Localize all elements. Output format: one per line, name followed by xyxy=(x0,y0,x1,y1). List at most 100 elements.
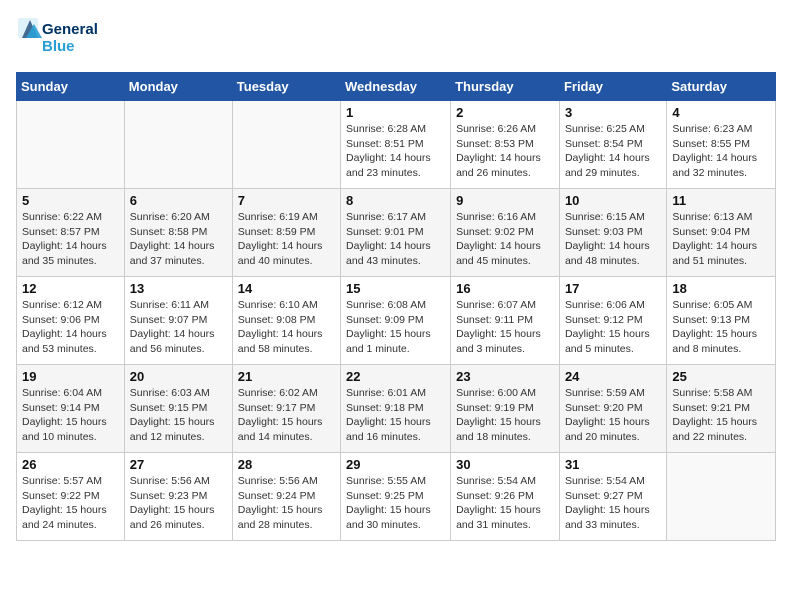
day-info: Sunrise: 5:57 AM Sunset: 9:22 PM Dayligh… xyxy=(22,474,119,533)
calendar-cell: 3 Sunrise: 6:25 AM Sunset: 8:54 PM Daylig… xyxy=(559,101,666,189)
day-number: 9 xyxy=(456,193,554,208)
day-info: Sunrise: 6:11 AM Sunset: 9:07 PM Dayligh… xyxy=(130,298,227,357)
calendar-cell: 30 Sunrise: 5:54 AM Sunset: 9:26 PM Dayli… xyxy=(451,453,560,541)
day-number: 5 xyxy=(22,193,119,208)
day-info: Sunrise: 6:26 AM Sunset: 8:53 PM Dayligh… xyxy=(456,122,554,181)
weekday-header-sunday: Sunday xyxy=(17,73,125,101)
day-info: Sunrise: 6:17 AM Sunset: 9:01 PM Dayligh… xyxy=(346,210,445,269)
calendar-cell: 26 Sunrise: 5:57 AM Sunset: 9:22 PM Dayli… xyxy=(17,453,125,541)
day-number: 7 xyxy=(238,193,335,208)
day-info: Sunrise: 6:06 AM Sunset: 9:12 PM Dayligh… xyxy=(565,298,661,357)
calendar-cell: 18 Sunrise: 6:05 AM Sunset: 9:13 PM Dayli… xyxy=(667,277,776,365)
calendar-week-row: 5 Sunrise: 6:22 AM Sunset: 8:57 PM Daylig… xyxy=(17,189,776,277)
calendar-cell: 31 Sunrise: 5:54 AM Sunset: 9:27 PM Dayli… xyxy=(559,453,666,541)
calendar-cell: 28Sunrise: 5:56 AM Sunset: 9:24 PM Dayli… xyxy=(232,453,340,541)
day-info: Sunrise: 6:19 AM Sunset: 8:59 PM Dayligh… xyxy=(238,210,335,269)
weekday-header-wednesday: Wednesday xyxy=(341,73,451,101)
calendar-cell: 15 Sunrise: 6:08 AM Sunset: 9:09 PM Dayli… xyxy=(341,277,451,365)
day-number: 21 xyxy=(238,369,335,384)
day-info: Sunrise: 6:03 AM Sunset: 9:15 PM Dayligh… xyxy=(130,386,227,445)
day-info: Sunrise: 5:59 AM Sunset: 9:20 PM Dayligh… xyxy=(565,386,661,445)
calendar-cell xyxy=(667,453,776,541)
calendar-cell: 29Sunrise: 5:55 AM Sunset: 9:25 PM Dayli… xyxy=(341,453,451,541)
calendar-cell: 25Sunrise: 5:58 AM Sunset: 9:21 PM Dayli… xyxy=(667,365,776,453)
day-info: Sunrise: 6:13 AM Sunset: 9:04 PM Dayligh… xyxy=(672,210,770,269)
day-number: 6 xyxy=(130,193,227,208)
calendar-cell: 21 Sunrise: 6:02 AM Sunset: 9:17 PM Dayli… xyxy=(232,365,340,453)
day-info: Sunrise: 6:10 AM Sunset: 9:08 PM Dayligh… xyxy=(238,298,335,357)
day-number: 15 xyxy=(346,281,445,296)
day-number: 17 xyxy=(565,281,661,296)
calendar-cell: 2 Sunrise: 6:26 AM Sunset: 8:53 PM Daylig… xyxy=(451,101,560,189)
calendar-table: SundayMondayTuesdayWednesdayThursdayFrid… xyxy=(16,72,776,541)
calendar-cell: 6 Sunrise: 6:20 AM Sunset: 8:58 PM Daylig… xyxy=(124,189,232,277)
day-number: 3 xyxy=(565,105,661,120)
calendar-cell: 4Sunrise: 6:23 AM Sunset: 8:55 PM Daylig… xyxy=(667,101,776,189)
day-info: Sunrise: 6:28 AM Sunset: 8:51 PM Dayligh… xyxy=(346,122,445,181)
day-number: 31 xyxy=(565,457,661,472)
day-info: Sunrise: 6:01 AM Sunset: 9:18 PM Dayligh… xyxy=(346,386,445,445)
calendar-cell: 16 Sunrise: 6:07 AM Sunset: 9:11 PM Dayli… xyxy=(451,277,560,365)
calendar-cell: 11 Sunrise: 6:13 AM Sunset: 9:04 PM Dayli… xyxy=(667,189,776,277)
calendar-cell: 10Sunrise: 6:15 AM Sunset: 9:03 PM Dayli… xyxy=(559,189,666,277)
day-number: 1 xyxy=(346,105,445,120)
day-number: 19 xyxy=(22,369,119,384)
day-number: 27 xyxy=(130,457,227,472)
day-info: Sunrise: 6:05 AM Sunset: 9:13 PM Dayligh… xyxy=(672,298,770,357)
svg-text:General: General xyxy=(42,21,98,38)
calendar-cell: 23 Sunrise: 6:00 AM Sunset: 9:19 PM Dayli… xyxy=(451,365,560,453)
calendar-cell: 12 Sunrise: 6:12 AM Sunset: 9:06 PM Dayli… xyxy=(17,277,125,365)
day-number: 29 xyxy=(346,457,445,472)
weekday-header-row: SundayMondayTuesdayWednesdayThursdayFrid… xyxy=(17,73,776,101)
calendar-week-row: 1 Sunrise: 6:28 AM Sunset: 8:51 PM Daylig… xyxy=(17,101,776,189)
calendar-cell: 1 Sunrise: 6:28 AM Sunset: 8:51 PM Daylig… xyxy=(341,101,451,189)
calendar-cell: 17 Sunrise: 6:06 AM Sunset: 9:12 PM Dayli… xyxy=(559,277,666,365)
calendar-cell: 24 Sunrise: 5:59 AM Sunset: 9:20 PM Dayli… xyxy=(559,365,666,453)
calendar-cell: 14 Sunrise: 6:10 AM Sunset: 9:08 PM Dayli… xyxy=(232,277,340,365)
day-number: 22 xyxy=(346,369,445,384)
weekday-header-monday: Monday xyxy=(124,73,232,101)
day-number: 4 xyxy=(672,105,770,120)
calendar-cell: 5 Sunrise: 6:22 AM Sunset: 8:57 PM Daylig… xyxy=(17,189,125,277)
day-info: Sunrise: 6:02 AM Sunset: 9:17 PM Dayligh… xyxy=(238,386,335,445)
calendar-cell: 7 Sunrise: 6:19 AM Sunset: 8:59 PM Daylig… xyxy=(232,189,340,277)
day-number: 16 xyxy=(456,281,554,296)
day-number: 11 xyxy=(672,193,770,208)
day-number: 18 xyxy=(672,281,770,296)
calendar-cell xyxy=(232,101,340,189)
calendar-week-row: 12 Sunrise: 6:12 AM Sunset: 9:06 PM Dayli… xyxy=(17,277,776,365)
calendar-cell: 20 Sunrise: 6:03 AM Sunset: 9:15 PM Dayli… xyxy=(124,365,232,453)
day-info: Sunrise: 6:25 AM Sunset: 8:54 PM Dayligh… xyxy=(565,122,661,181)
day-info: Sunrise: 5:54 AM Sunset: 9:27 PM Dayligh… xyxy=(565,474,661,533)
day-info: Sunrise: 6:22 AM Sunset: 8:57 PM Dayligh… xyxy=(22,210,119,269)
day-info: Sunrise: 5:58 AM Sunset: 9:21 PM Dayligh… xyxy=(672,386,770,445)
day-info: Sunrise: 5:56 AM Sunset: 9:23 PM Dayligh… xyxy=(130,474,227,533)
day-info: Sunrise: 6:07 AM Sunset: 9:11 PM Dayligh… xyxy=(456,298,554,357)
logo: General Blue xyxy=(16,16,106,60)
day-info: Sunrise: 6:00 AM Sunset: 9:19 PM Dayligh… xyxy=(456,386,554,445)
day-info: Sunrise: 6:20 AM Sunset: 8:58 PM Dayligh… xyxy=(130,210,227,269)
weekday-header-tuesday: Tuesday xyxy=(232,73,340,101)
day-number: 2 xyxy=(456,105,554,120)
day-info: Sunrise: 6:12 AM Sunset: 9:06 PM Dayligh… xyxy=(22,298,119,357)
day-number: 30 xyxy=(456,457,554,472)
day-number: 12 xyxy=(22,281,119,296)
day-number: 14 xyxy=(238,281,335,296)
day-number: 23 xyxy=(456,369,554,384)
calendar-cell: 8Sunrise: 6:17 AM Sunset: 9:01 PM Daylig… xyxy=(341,189,451,277)
weekday-header-thursday: Thursday xyxy=(451,73,560,101)
calendar-cell: 9Sunrise: 6:16 AM Sunset: 9:02 PM Daylig… xyxy=(451,189,560,277)
calendar-week-row: 19 Sunrise: 6:04 AM Sunset: 9:14 PM Dayli… xyxy=(17,365,776,453)
day-number: 24 xyxy=(565,369,661,384)
day-info: Sunrise: 6:04 AM Sunset: 9:14 PM Dayligh… xyxy=(22,386,119,445)
day-info: Sunrise: 6:08 AM Sunset: 9:09 PM Dayligh… xyxy=(346,298,445,357)
calendar-cell: 19 Sunrise: 6:04 AM Sunset: 9:14 PM Dayli… xyxy=(17,365,125,453)
day-number: 20 xyxy=(130,369,227,384)
day-number: 26 xyxy=(22,457,119,472)
calendar-week-row: 26 Sunrise: 5:57 AM Sunset: 9:22 PM Dayli… xyxy=(17,453,776,541)
day-info: Sunrise: 5:54 AM Sunset: 9:26 PM Dayligh… xyxy=(456,474,554,533)
day-number: 13 xyxy=(130,281,227,296)
day-info: Sunrise: 6:15 AM Sunset: 9:03 PM Dayligh… xyxy=(565,210,661,269)
calendar-cell xyxy=(17,101,125,189)
weekday-header-friday: Friday xyxy=(559,73,666,101)
